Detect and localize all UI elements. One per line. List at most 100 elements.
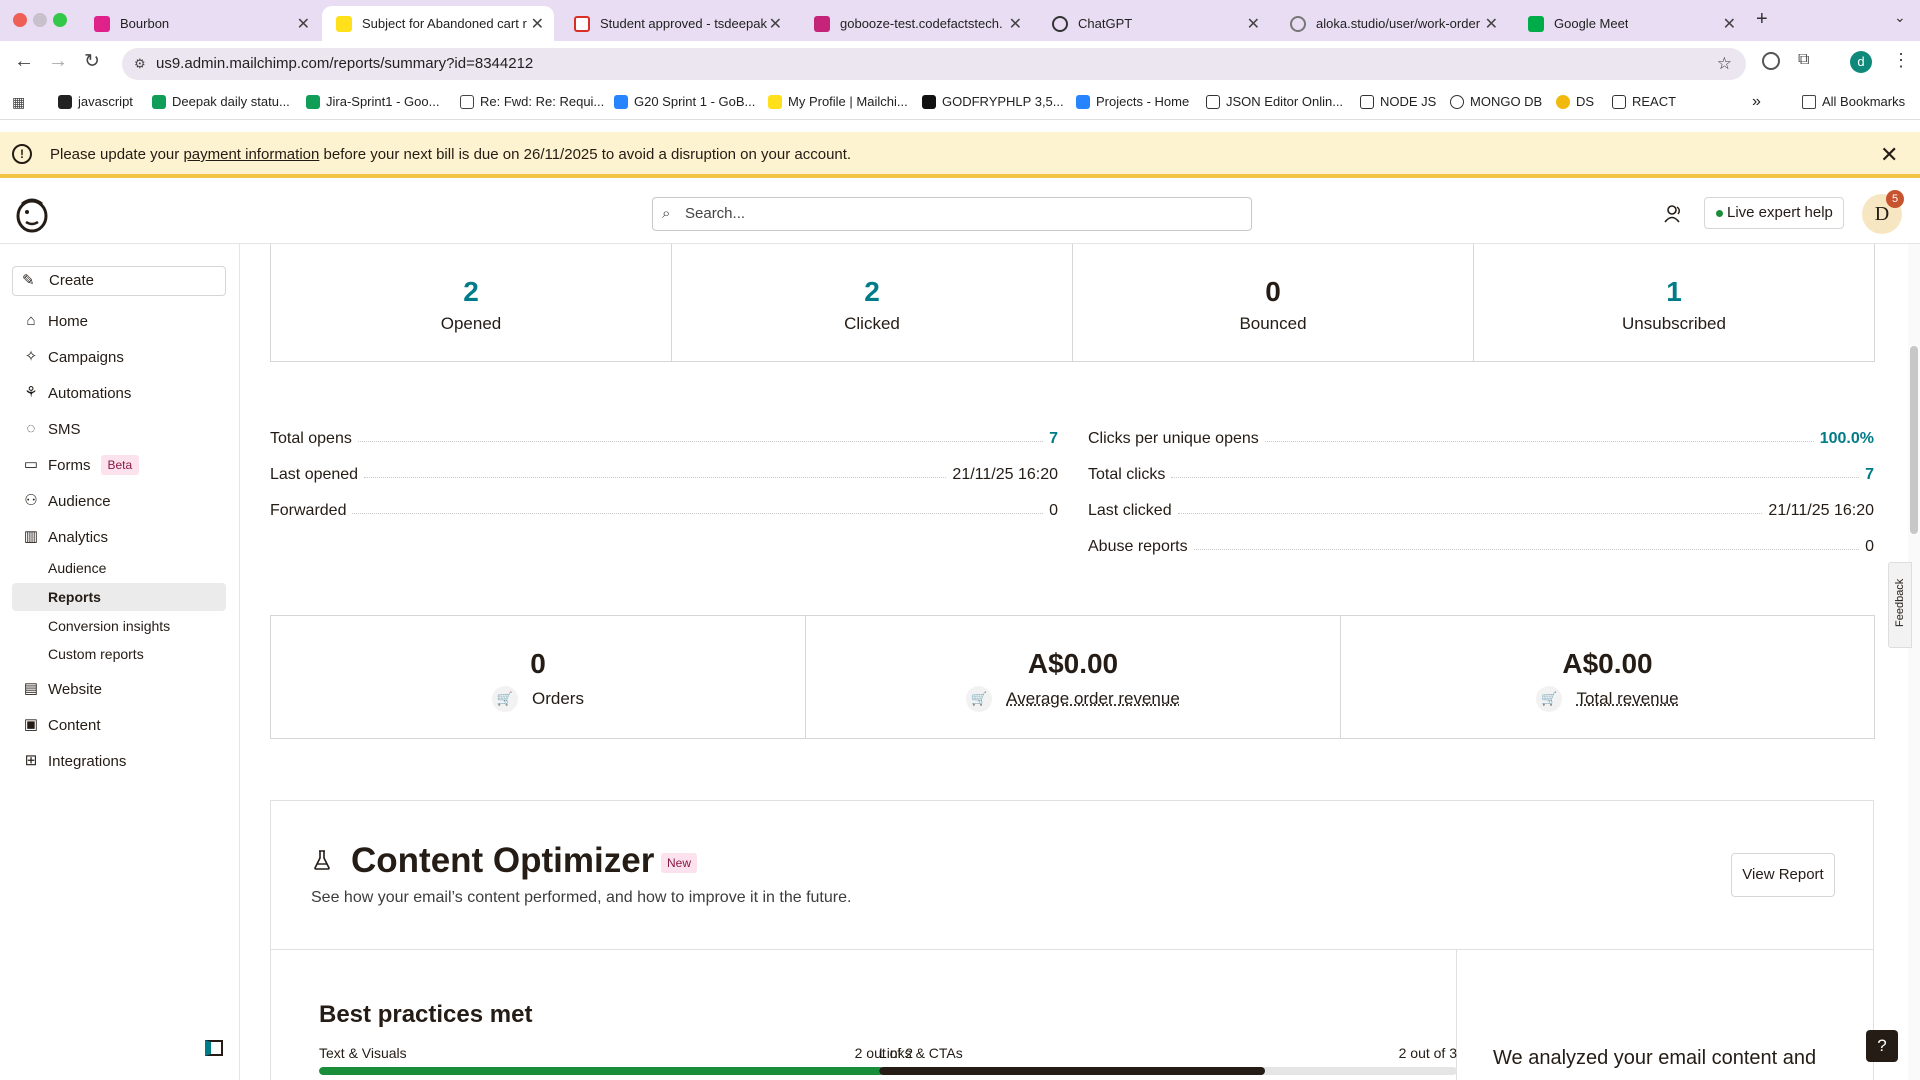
apps-grid-icon[interactable]: ▦ (12, 94, 25, 111)
browser-tab-active[interactable]: Subject for Abandoned cart r ✕ (322, 6, 554, 41)
extensions-puzzle-icon[interactable]: ⧉ (1798, 51, 1809, 69)
stat-card-clicked[interactable]: 2 Clicked (671, 244, 1073, 362)
bookmark-item[interactable]: G20 Sprint 1 - GoB... (614, 94, 755, 109)
house-icon: ⌂ (26, 312, 36, 329)
banner-text: Please update your (50, 146, 184, 163)
close-tab-icon[interactable]: ✕ (1485, 14, 1498, 34)
tab-search-chevron-icon[interactable]: ⌄ (1894, 9, 1906, 26)
profile-avatar[interactable]: d (1850, 51, 1872, 73)
links-ctas-label: Links & CTAs (879, 1045, 963, 1061)
view-report-button[interactable]: View Report (1731, 853, 1835, 897)
close-tab-icon[interactable]: ✕ (1247, 14, 1260, 34)
close-tab-icon[interactable]: ✕ (1723, 14, 1736, 34)
site-settings-icon[interactable]: ⚙ (134, 48, 146, 80)
bookmark-item[interactable]: DS (1556, 94, 1594, 109)
collapse-sidebar-icon[interactable] (205, 1040, 223, 1056)
detail-row-total-clicks: Total clicks 7 (1088, 466, 1874, 484)
payment-information-link[interactable]: payment information (183, 146, 319, 163)
bookmark-item[interactable]: MONGO DB (1450, 94, 1542, 109)
new-tab-plus-icon[interactable]: + (1756, 8, 1768, 31)
detail-row-forwarded: Forwarded 0 (270, 502, 1058, 520)
stat-card-unsubscribed[interactable]: 1 Unsubscribed (1473, 244, 1875, 362)
progress-fill (879, 1067, 1265, 1075)
tab-title: Bourbon (120, 16, 170, 31)
ecommerce-card-orders: 0 🛒 Orders (270, 615, 806, 739)
stat-card-opened[interactable]: 2 Opened (270, 244, 672, 362)
sidebar-subitem-conversion-insights[interactable]: Conversion insights (12, 612, 226, 640)
bookmark-item[interactable]: javascript (58, 94, 133, 109)
close-tab-icon[interactable]: ✕ (1009, 14, 1022, 34)
bookmark-item[interactable]: NODE JS (1360, 94, 1436, 109)
close-window-button[interactable] (13, 13, 27, 27)
bookmark-item[interactable]: GODFRYPHLP 3,5... (922, 94, 1064, 109)
dismiss-banner-close-icon[interactable]: ✕ (1880, 132, 1898, 177)
bookmark-item[interactable]: REACT (1612, 94, 1676, 109)
browser-tab[interactable]: ChatGPT ✕ (1038, 6, 1270, 41)
sidebar-subitem-custom-reports[interactable]: Custom reports (12, 640, 226, 668)
help-button[interactable]: ? (1866, 1030, 1898, 1062)
back-arrow-icon[interactable]: ← (14, 50, 34, 73)
maximize-window-button[interactable] (53, 13, 67, 27)
stat-label: Bounced (1239, 314, 1307, 333)
url-text: us9.admin.mailchimp.com/reports/summary?… (156, 55, 534, 72)
all-bookmarks-folder[interactable]: All Bookmarks (1802, 94, 1905, 109)
ecommerce-label-tooltip[interactable]: Total revenue (1576, 689, 1678, 709)
stat-value: 2 (864, 276, 880, 307)
close-tab-icon[interactable]: ✕ (531, 14, 544, 34)
scrollbar[interactable] (1908, 244, 1920, 1080)
sidebar-item-forms[interactable]: ▭ Forms Beta (12, 450, 226, 480)
browser-tab[interactable]: gobooze-test.codefactstech. ✕ (800, 6, 1032, 41)
reload-icon[interactable]: ↻ (84, 50, 100, 73)
close-tab-icon[interactable]: ✕ (297, 14, 310, 34)
extension-icon[interactable] (1762, 52, 1780, 70)
scrollbar-thumb[interactable] (1910, 346, 1918, 534)
content-icon: ▣ (23, 716, 39, 733)
bookmark-star-icon[interactable]: ☆ (1717, 48, 1732, 80)
live-expert-help-button[interactable]: Live expert help (1704, 197, 1844, 229)
sidebar-subitem-reports[interactable]: Reports (12, 583, 226, 611)
stat-label: Opened (440, 314, 502, 333)
detail-row-clicks-per-unique-opens: Clicks per unique opens 100.0% (1088, 430, 1874, 448)
bookmark-item[interactable]: Jira-Sprint1 - Goo... (306, 94, 439, 109)
browser-tab[interactable]: aloka.studio/user/work-order ✕ (1276, 6, 1508, 41)
bookmark-item[interactable]: Projects - Home (1076, 94, 1189, 109)
minimize-window-button[interactable] (33, 13, 47, 27)
address-bar[interactable]: ⚙ us9.admin.mailchimp.com/reports/summar… (122, 48, 1746, 80)
jira-icon (614, 94, 628, 109)
bookmark-item[interactable]: My Profile | Mailchi... (768, 94, 908, 109)
browser-tab[interactable]: Bourbon ✕ (80, 6, 320, 41)
bookmarks-overflow-icon[interactable]: » (1752, 93, 1761, 111)
sidebar-item-home[interactable]: ⌂ Home (12, 306, 226, 336)
detail-row-last-clicked: Last clicked 21/11/25 16:20 (1088, 502, 1874, 520)
browser-tab[interactable]: Student approved - tsdeepak ✕ (560, 6, 792, 41)
users-icon[interactable] (1664, 204, 1684, 224)
search-input[interactable]: ⌕ Search... (652, 197, 1252, 231)
browser-menu-icon[interactable]: ⋮ (1892, 50, 1910, 71)
close-tab-icon[interactable]: ✕ (769, 14, 782, 34)
bookmark-item[interactable]: JSON Editor Onlin... (1206, 94, 1343, 109)
sidebar-item-website[interactable]: ▤ Website (12, 674, 226, 704)
search-icon: ⌕ (662, 205, 671, 222)
sidebar-item-sms[interactable]: ◌ SMS (12, 414, 226, 444)
sidebar-item-audience[interactable]: ⚇ Audience (12, 486, 226, 516)
tab-title: ChatGPT (1078, 16, 1133, 31)
sidebar-item-content[interactable]: ▣ Content (12, 710, 226, 740)
bookmark-item[interactable]: Deepak daily statu... (152, 94, 290, 109)
automation-flow-icon: ⚘ (24, 384, 38, 401)
warning-circle-icon: ! (12, 144, 32, 164)
cart-icon: 🛒 (492, 686, 519, 712)
feedback-tab[interactable]: Feedback (1888, 562, 1912, 648)
mailchimp-favicon-icon (94, 16, 110, 32)
bookmark-item[interactable]: Re: Fwd: Re: Requi... (460, 94, 604, 109)
sidebar-item-analytics[interactable]: ▥ Analytics (12, 522, 226, 552)
forward-arrow-icon[interactable]: → (48, 50, 68, 73)
sidebar-subitem-audience[interactable]: Audience (12, 554, 226, 582)
stat-label: Clicked (844, 314, 900, 333)
sidebar-item-integrations[interactable]: ⊞ Integrations (12, 746, 226, 776)
sidebar-item-campaigns[interactable]: ✧ Campaigns (12, 342, 226, 372)
mailchimp-logo-icon[interactable] (12, 194, 52, 234)
sidebar-item-automations[interactable]: ⚘ Automations (12, 378, 226, 408)
create-button[interactable]: ✎ Create (12, 266, 226, 296)
ecommerce-label-tooltip[interactable]: Average order revenue (1006, 689, 1180, 709)
browser-tab[interactable]: Google Meet ✕ (1514, 6, 1746, 41)
